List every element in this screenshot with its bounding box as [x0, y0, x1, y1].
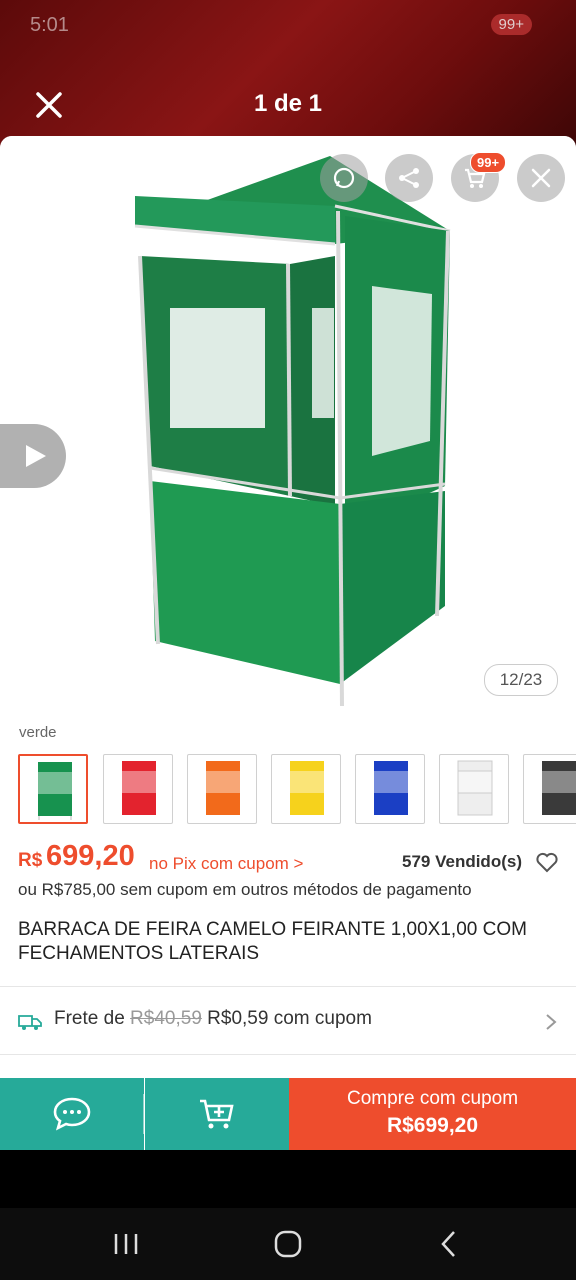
close-icon: [531, 168, 551, 188]
chat-icon: [53, 1097, 91, 1131]
product-image[interactable]: 99+ 12/23: [0, 136, 576, 716]
chat-button[interactable]: [0, 1078, 144, 1150]
variant-thumb-vermelho[interactable]: [103, 754, 173, 824]
play-icon: [26, 445, 46, 467]
share-icon: [399, 168, 419, 188]
truck-icon: [18, 1015, 42, 1030]
tent-thumbnail: [542, 761, 576, 815]
black-band: [0, 1150, 576, 1208]
add-to-cart-button[interactable]: [145, 1078, 289, 1150]
tent-thumbnail: [122, 761, 156, 815]
back-icon: [441, 1231, 455, 1257]
variant-thumbnails: [18, 754, 576, 826]
price-currency: R$: [18, 850, 43, 871]
tent-thumbnail: [457, 760, 493, 816]
close-button[interactable]: [517, 154, 565, 202]
tent-thumbnail: [374, 761, 408, 815]
chevron-right-icon: [546, 1014, 557, 1030]
home-button[interactable]: [268, 1226, 308, 1262]
variant-thumb-verde[interactable]: [18, 754, 88, 824]
viewer-topbar: 1 de 1: [0, 78, 576, 134]
add-to-cart-icon: [200, 1099, 234, 1129]
shipping-old-price: R$40,59: [130, 1008, 202, 1029]
system-nav-bar: [0, 1208, 576, 1280]
buy-with-coupon-button[interactable]: Compre com cupom R$699,20: [289, 1078, 576, 1150]
whatsapp-share-button[interactable]: [320, 154, 368, 202]
whatsapp-share-icon: [333, 167, 355, 189]
image-counter: 12/23: [484, 664, 558, 696]
bottom-action-bar: Compre com cupom R$699,20: [0, 1078, 576, 1150]
product-title: BARRACA DE FEIRA CAMELO FEIRANTE 1,00X1,…: [18, 919, 527, 964]
tent-thumbnail: [206, 761, 240, 815]
recents-button[interactable]: [106, 1226, 146, 1262]
tent-image: [134, 156, 451, 707]
variant-thumb-preto[interactable]: [523, 754, 576, 824]
status-bar: 5:01 99+: [30, 10, 546, 44]
variant-thumb-amarelo[interactable]: [271, 754, 341, 824]
shipping-prefix: Frete de: [54, 1008, 125, 1029]
divider: [0, 986, 576, 987]
variant-thumb-laranja[interactable]: [187, 754, 257, 824]
status-time: 5:01: [30, 14, 69, 36]
shipping-text: Frete de R$40,59 R$0,59 com cupom: [54, 1008, 372, 1030]
product-sheet: 99+ 12/23 verde R$ 699,20 no Pix com cup…: [0, 136, 576, 1151]
shipping-row[interactable]: Frete de R$40,59 R$0,59 com cupom: [0, 996, 576, 1048]
notification-badge: 99+: [490, 14, 532, 35]
pix-coupon-link[interactable]: no Pix com cupom >: [149, 854, 304, 874]
share-button[interactable]: [385, 154, 433, 202]
product-image-viewer: 5:01 99+ 1 de 1 99+ 12/23 verde R$ 699,2…: [0, 0, 576, 1280]
divider: [0, 1054, 576, 1055]
home-icon: [274, 1230, 302, 1258]
alt-price-note: ou R$785,00 sem cupom em outros métodos …: [18, 880, 472, 899]
variant-thumb-azul[interactable]: [355, 754, 425, 824]
variant-thumb-branco[interactable]: [439, 754, 509, 824]
tent-thumbnail: [38, 762, 72, 820]
tent-thumbnail: [290, 761, 324, 815]
variant-label: verde: [19, 724, 57, 741]
buy-label: Compre com cupom: [346, 1088, 519, 1109]
price-value: 699,20: [46, 840, 135, 872]
back-button[interactable]: [430, 1226, 470, 1262]
price-row: R$ 699,20 no Pix com cupom > 579 Vendido…: [18, 840, 563, 876]
play-video-button[interactable]: [0, 424, 66, 488]
sold-count: 579 Vendido(s): [402, 852, 522, 871]
shipping-new-price: R$0,59 com cupom: [207, 1008, 372, 1029]
recents-icon: [114, 1234, 138, 1254]
viewer-page-counter: 1 de 1: [253, 90, 323, 117]
cart-count-badge: 99+: [470, 152, 507, 173]
favorite-heart-icon[interactable]: [535, 850, 559, 874]
buy-price: R$699,20: [386, 1114, 479, 1137]
